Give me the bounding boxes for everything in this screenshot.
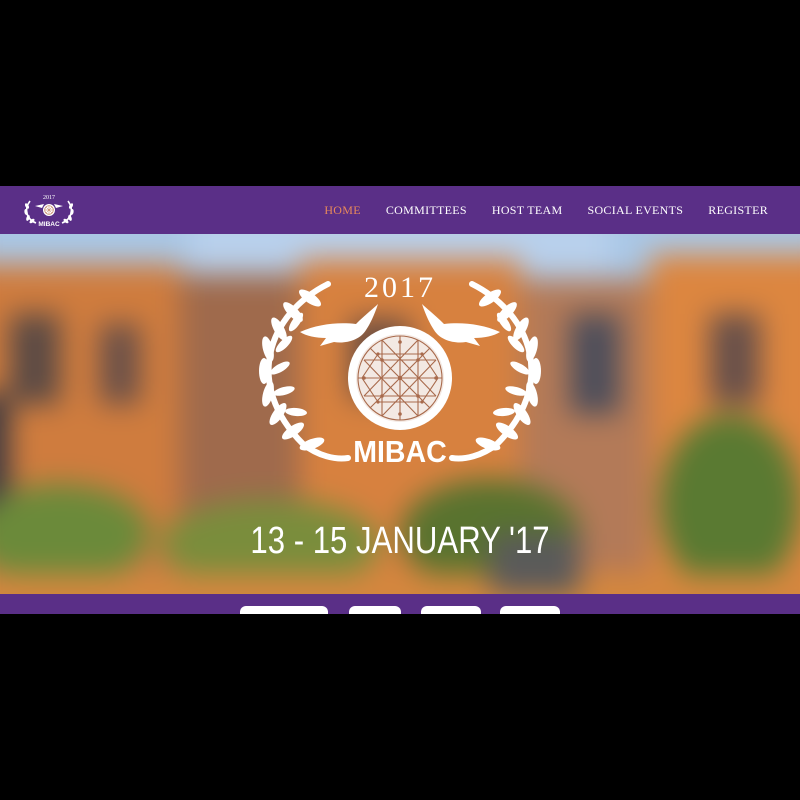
nav-item-committees[interactable]: COMMITTEES — [386, 203, 467, 218]
website-viewport: 2017 MIBAC HOME COMMITTEES HOST TEAM SOC… — [0, 186, 800, 614]
section-button-1[interactable] — [240, 606, 328, 614]
nav-item-social-events[interactable]: SOCIAL EVENTS — [587, 203, 683, 218]
nav-logo-year: 2017 — [43, 195, 55, 201]
section-strip — [0, 594, 800, 614]
section-button-3[interactable] — [421, 606, 481, 614]
hero-year: 2017 — [364, 271, 436, 304]
nav-logo-brand: MIBAC — [38, 221, 60, 228]
nav-item-host-team[interactable]: HOST TEAM — [492, 203, 563, 218]
nav-menu: HOME COMMITTEES HOST TEAM SOCIAL EVENTS … — [324, 186, 768, 234]
nav-item-register[interactable]: REGISTER — [708, 203, 768, 218]
section-button-4[interactable] — [500, 606, 560, 614]
hero-brand-name: MIBAC — [353, 434, 447, 469]
hero-banner: 2017 MIBAC 13 - 15 JANUARY '17 — [0, 234, 800, 594]
nav-logo[interactable]: 2017 MIBAC — [20, 191, 78, 229]
screen: 2017 MIBAC HOME COMMITTEES HOST TEAM SOC… — [0, 0, 800, 800]
laurel-wreath-logo-icon: 2017 MIBAC — [24, 195, 74, 228]
section-button-2[interactable] — [349, 606, 401, 614]
navbar: 2017 MIBAC HOME COMMITTEES HOST TEAM SOC… — [0, 186, 800, 234]
event-dates: 13 - 15 JANUARY '17 — [250, 520, 550, 562]
nav-item-home[interactable]: HOME — [324, 203, 361, 218]
